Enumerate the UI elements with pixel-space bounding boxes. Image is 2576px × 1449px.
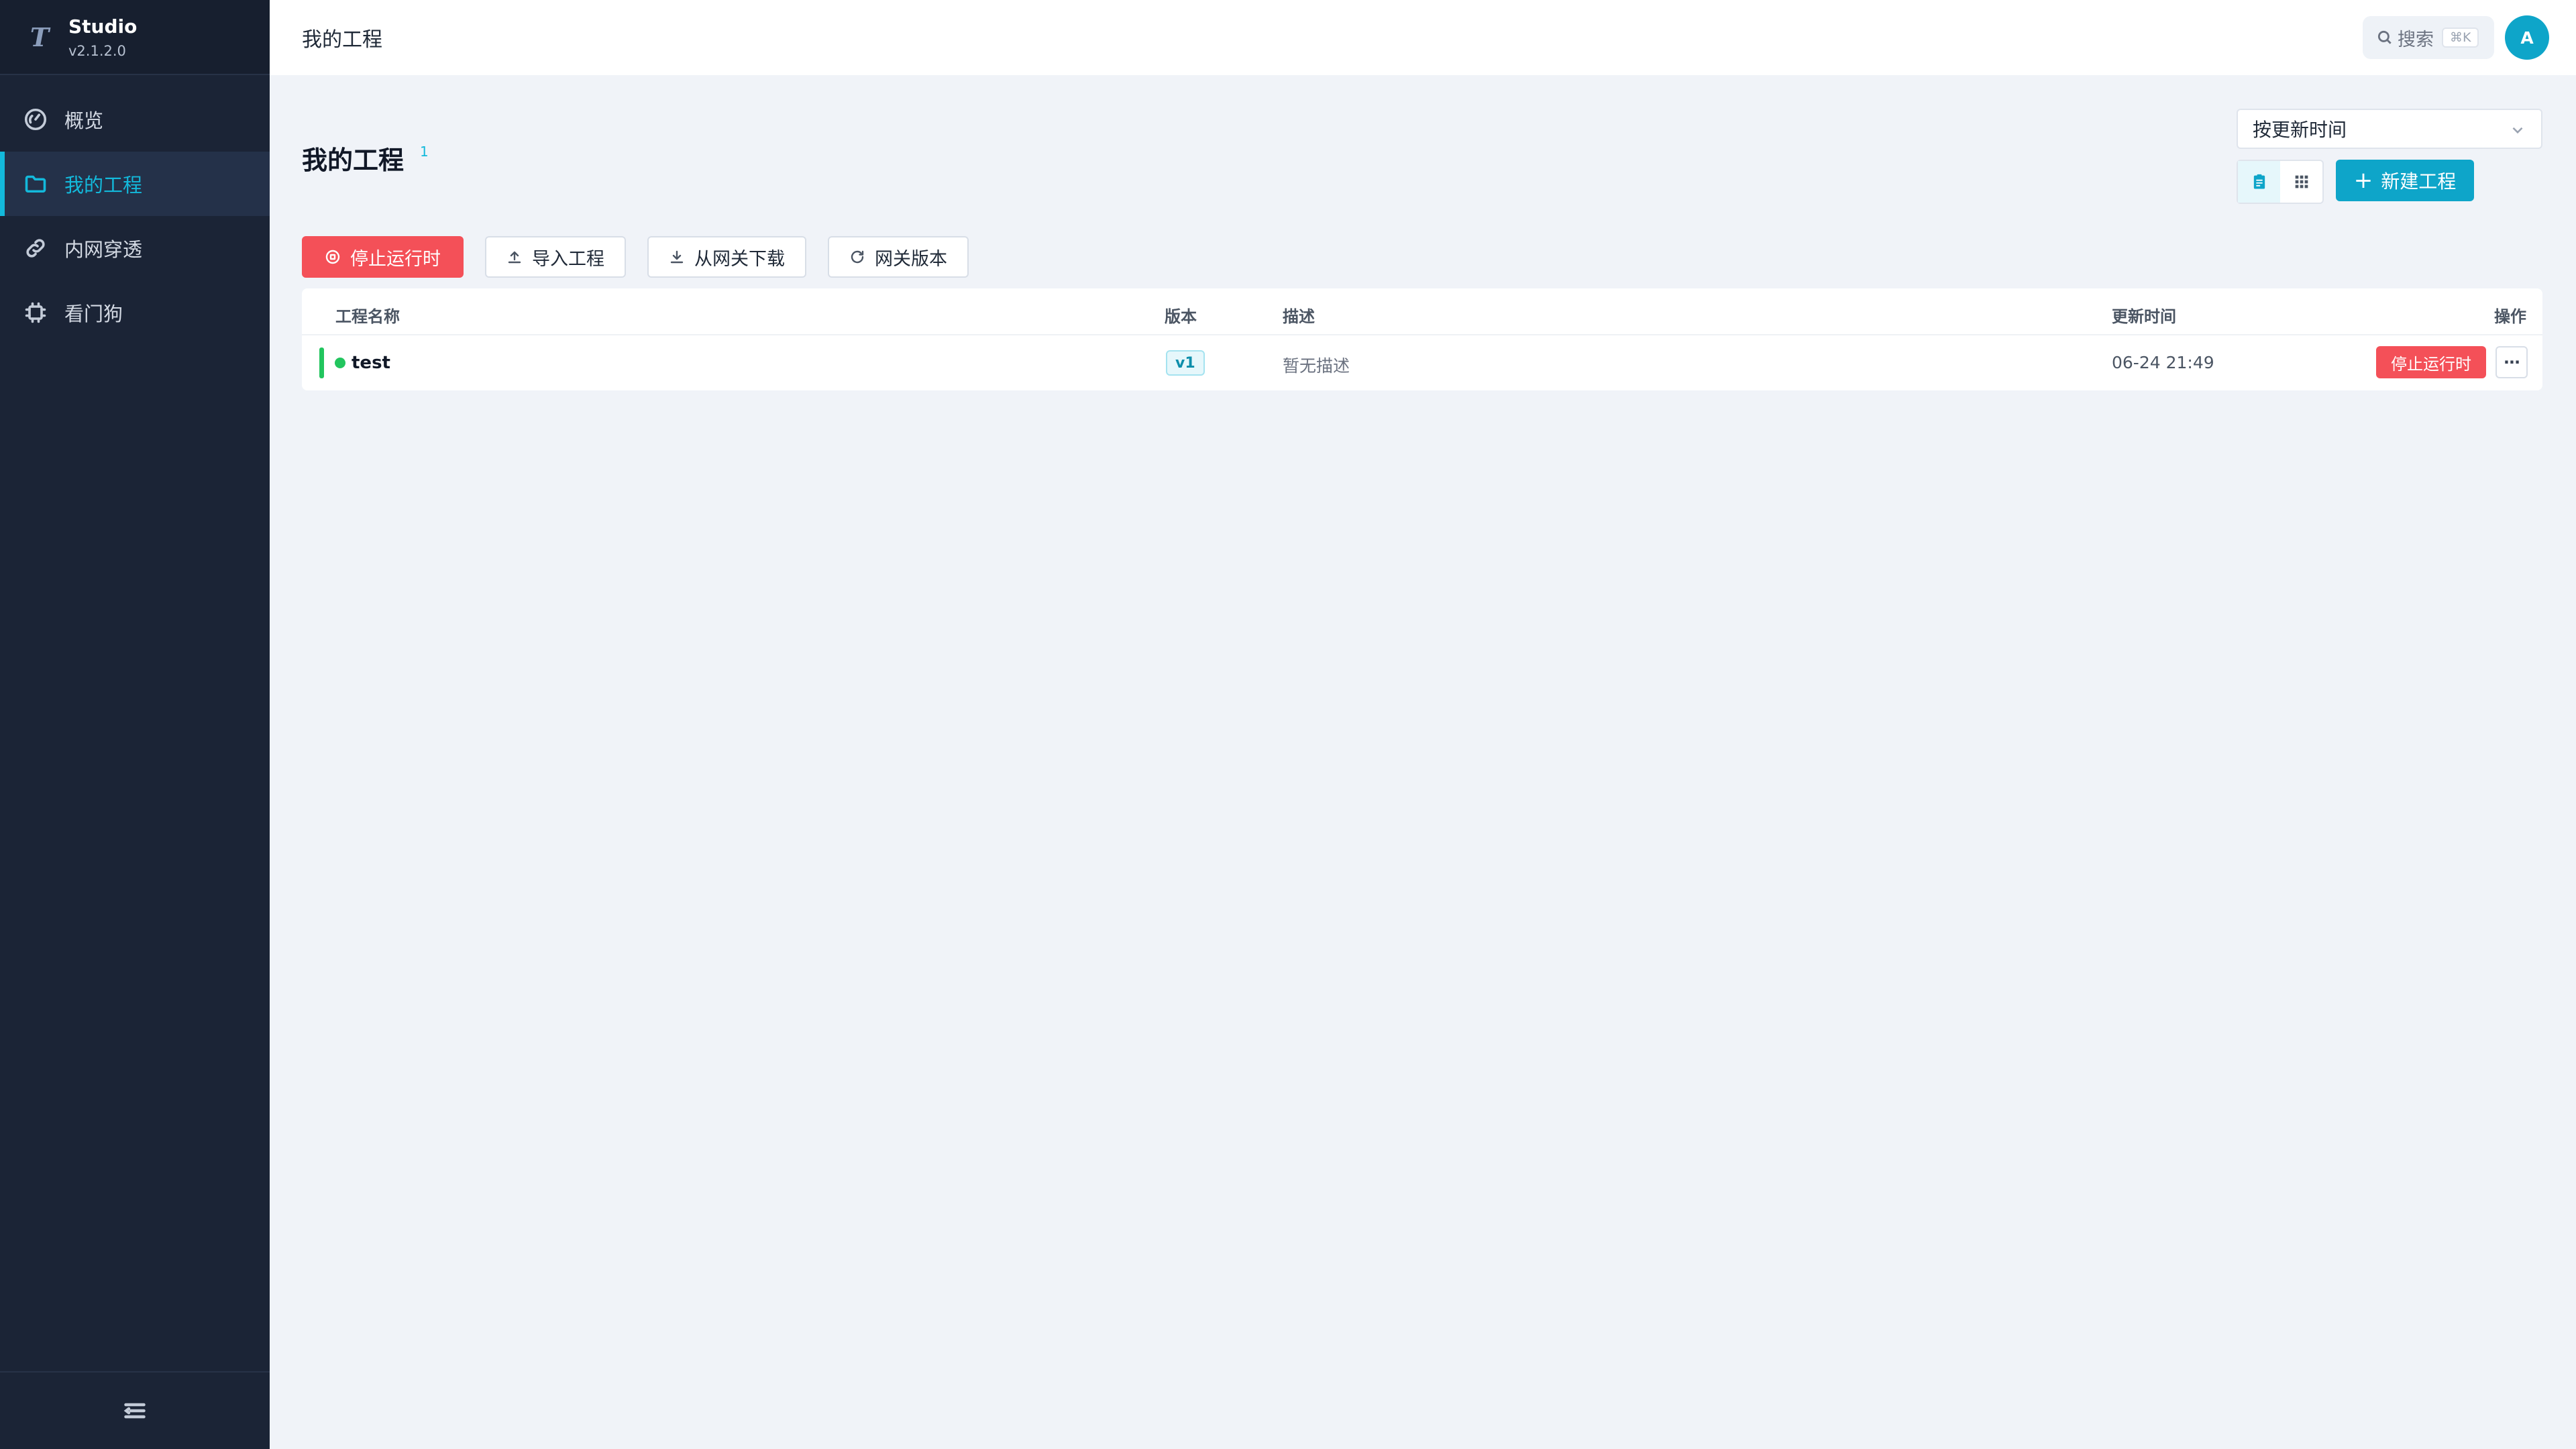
- project-count-badge: 1: [420, 144, 429, 160]
- list-view-icon: [2253, 174, 2265, 189]
- sidebar: T Studio v2.1.2.0 概览 我的工程 内网穿透 看门狗: [0, 0, 270, 1449]
- download-icon: [670, 250, 684, 264]
- breadcrumb: 我的工程: [302, 28, 382, 52]
- search-label: 搜索: [2398, 29, 2434, 50]
- updated-time: 06-24 21:49: [2112, 353, 2214, 372]
- brand[interactable]: T Studio v2.1.2.0: [0, 0, 270, 75]
- stop-runtime-button[interactable]: 停止运行时: [302, 236, 464, 278]
- menu-collapse-icon: [123, 1403, 146, 1419]
- column-header-desc[interactable]: 描述: [1283, 303, 1315, 327]
- search-shortcut: ⌘K: [2442, 28, 2479, 48]
- table-header: 工程名称 版本 描述 更新时间 操作: [302, 288, 2542, 335]
- refresh-icon: [851, 250, 864, 264]
- project-description: 暂无描述: [1283, 356, 1350, 376]
- column-header-version[interactable]: 版本: [1165, 303, 1197, 327]
- running-status-dot: [335, 358, 345, 368]
- page-title: 我的工程: [302, 146, 405, 175]
- sidebar-collapse-button[interactable]: [0, 1371, 270, 1449]
- sidebar-item-label: 看门狗: [64, 303, 123, 325]
- column-header-actions: 操作: [2494, 307, 2526, 326]
- gauge-icon: [23, 107, 48, 132]
- download-from-gateway-button[interactable]: 从网关下载: [647, 236, 806, 278]
- view-toggle: [2237, 160, 2324, 204]
- list-view-button[interactable]: [2238, 161, 2280, 203]
- row-stop-runtime-button[interactable]: 停止运行时: [2376, 346, 2486, 378]
- chip-icon: [23, 300, 48, 325]
- version-badge: v1: [1166, 350, 1205, 376]
- sidebar-item-tunnel[interactable]: 内网穿透: [0, 216, 270, 280]
- projects-table: 工程名称 版本 描述 更新时间 操作 test v1 暂无描述 06-24 21…: [302, 288, 2542, 390]
- sidebar-item-label: 概览: [64, 109, 104, 132]
- gateway-version-button[interactable]: 网关版本: [828, 236, 969, 278]
- brand-version: v2.1.2.0: [68, 42, 126, 59]
- plus-icon: +: [2353, 167, 2373, 194]
- stop-circle-icon: [325, 250, 340, 264]
- chevron-down-icon: [2512, 127, 2523, 134]
- top-header: 我的工程 搜索 ⌘K A: [270, 0, 2576, 75]
- sort-select[interactable]: 按更新时间: [2237, 109, 2542, 149]
- search-button[interactable]: 搜索 ⌘K: [2363, 16, 2494, 59]
- sort-select-value: 按更新时间: [2253, 119, 2347, 141]
- sidebar-item-label: 内网穿透: [64, 238, 143, 261]
- grid-view-icon: [2295, 175, 2308, 189]
- toolbar: 停止运行时 导入工程 从网关下载 网关版本: [302, 236, 969, 278]
- column-header-name[interactable]: 工程名称: [335, 303, 400, 327]
- sidebar-item-overview[interactable]: 概览: [0, 87, 270, 152]
- brand-name: Studio: [68, 15, 138, 38]
- search-icon: [2377, 30, 2392, 44]
- sidebar-nav: 概览 我的工程 内网穿透 看门狗: [0, 87, 270, 345]
- page-title-group: 我的工程 1: [302, 140, 429, 176]
- sidebar-item-watchdog[interactable]: 看门狗: [0, 280, 270, 345]
- sidebar-item-label: 我的工程: [64, 174, 143, 197]
- folder-icon: [23, 171, 48, 197]
- project-name[interactable]: test: [352, 353, 390, 373]
- new-project-label: 新建工程: [2381, 170, 2457, 193]
- import-project-button[interactable]: 导入工程: [485, 236, 626, 278]
- sidebar-item-my-projects[interactable]: 我的工程: [0, 152, 270, 216]
- link-icon: [23, 235, 48, 261]
- upload-icon: [508, 251, 521, 264]
- logo-icon: T: [30, 21, 50, 52]
- more-actions-button[interactable]: ···: [2496, 346, 2528, 378]
- avatar[interactable]: A: [2505, 15, 2549, 60]
- grid-view-button[interactable]: [2280, 161, 2322, 203]
- row-status-bar: [319, 347, 324, 378]
- table-row[interactable]: test v1 暂无描述 06-24 21:49 停止运行时 ···: [302, 335, 2542, 389]
- column-header-updated[interactable]: 更新时间: [2112, 303, 2176, 327]
- new-project-button[interactable]: + 新建工程: [2336, 160, 2474, 201]
